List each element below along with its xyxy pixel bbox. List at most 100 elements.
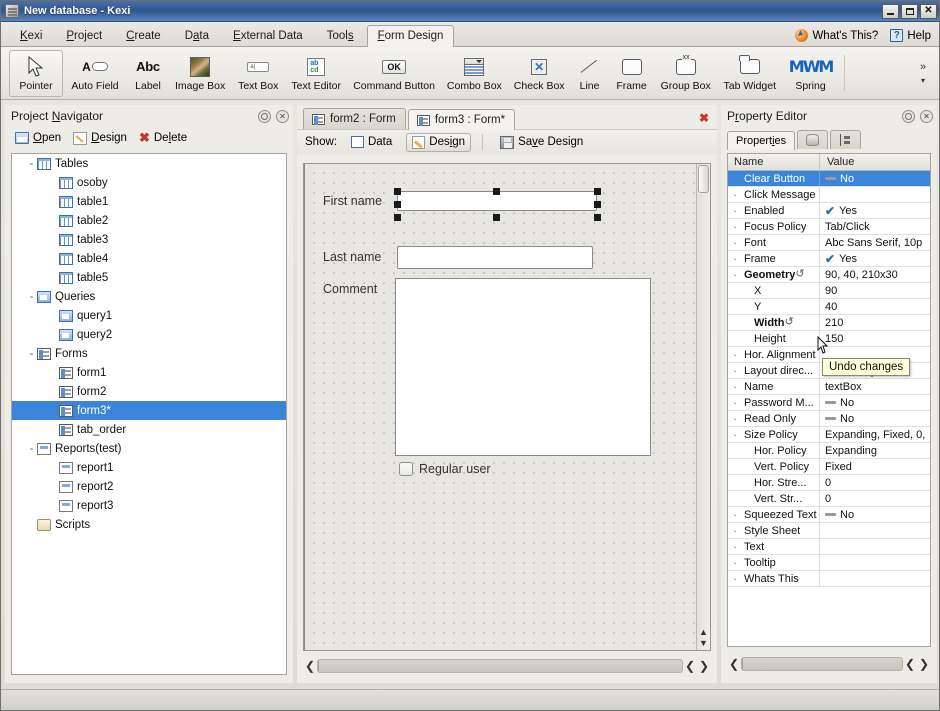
- tree-item-query1[interactable]: query1: [12, 306, 286, 325]
- close-tab-icon[interactable]: ✖: [699, 111, 709, 125]
- property-row-x[interactable]: X 90: [728, 283, 930, 299]
- resize-handle-w[interactable]: [394, 201, 401, 208]
- tree-item-table5[interactable]: table5: [12, 268, 286, 287]
- property-value-cell[interactable]: [820, 555, 930, 570]
- property-value-cell[interactable]: No: [820, 507, 930, 522]
- property-hscroll-track[interactable]: [741, 657, 903, 671]
- tool-tab-widget[interactable]: Tab Widget: [717, 50, 783, 97]
- property-value-cell[interactable]: textBox: [820, 379, 930, 394]
- property-value-cell[interactable]: Tab/Click: [820, 219, 930, 234]
- property-value-cell[interactable]: 40: [820, 299, 930, 314]
- tree-item-queries[interactable]: - Queries: [12, 287, 286, 306]
- form-label-first-name[interactable]: First name: [323, 194, 382, 208]
- menu-tab-form-design[interactable]: Form Design: [366, 25, 455, 47]
- property-row-size-policy[interactable]: - Size Policy Expanding, Fixed, 0,: [728, 427, 930, 443]
- panel-options-button[interactable]: [902, 109, 915, 123]
- tree-item-report3[interactable]: report3: [12, 496, 286, 515]
- property-value-cell[interactable]: 90, 40, 210x30: [820, 267, 930, 282]
- menu-tab-project[interactable]: Project: [55, 25, 113, 47]
- scroll-down-icon[interactable]: ▼: [697, 639, 710, 648]
- resize-handle-e[interactable]: [594, 201, 601, 208]
- property-value-cell[interactable]: 90: [820, 283, 930, 298]
- property-expander-icon[interactable]: -: [728, 254, 742, 264]
- resize-handle-ne[interactable]: [594, 188, 601, 195]
- project-tree[interactable]: - Tables osoby table1 table2 table3 table4 tabl…: [11, 153, 287, 675]
- undo-changes-icon[interactable]: [795, 267, 806, 280]
- scroll-prev-icon[interactable]: ❮: [903, 657, 917, 671]
- canvas-vertical-scrollbar[interactable]: ▲ ▼: [696, 164, 710, 650]
- tool-group-box[interactable]: Group Box: [655, 50, 717, 97]
- property-expander-icon[interactable]: -: [728, 190, 742, 200]
- property-value-cell[interactable]: Expanding, Fixed, 0,: [820, 427, 930, 442]
- property-expander-icon[interactable]: -: [728, 270, 742, 280]
- property-row-font[interactable]: - Font Abc Sans Serif, 10p: [728, 235, 930, 251]
- property-row-enabled[interactable]: - Enabled ✔ Yes: [728, 203, 930, 219]
- tree-expander-icon[interactable]: -: [26, 348, 37, 360]
- property-row-style-sheet[interactable]: - Style Sheet: [728, 523, 930, 539]
- toolbar-overflow-button[interactable]: » ▾: [915, 61, 935, 85]
- property-row-vert-policy[interactable]: Vert. Policy Fixed: [728, 459, 930, 475]
- scroll-next-icon[interactable]: ❯: [917, 657, 931, 671]
- tree-item-table2[interactable]: table2: [12, 211, 286, 230]
- menu-tab-create[interactable]: Create: [115, 25, 172, 47]
- property-grid[interactable]: Name Value Clear Button No - Click Message -…: [727, 153, 931, 647]
- show-data-button[interactable]: Data: [345, 133, 398, 151]
- tool-spring[interactable]: MWM Spring: [783, 50, 839, 97]
- property-value-cell[interactable]: [820, 571, 930, 586]
- navigator-open-button[interactable]: Open: [15, 132, 61, 144]
- property-expander-icon[interactable]: -: [728, 382, 742, 392]
- property-row-click-message[interactable]: - Click Message: [728, 187, 930, 203]
- property-expander-icon[interactable]: -: [728, 398, 742, 408]
- tree-item-reports-test-[interactable]: - Reports(test): [12, 439, 286, 458]
- property-expander-icon[interactable]: -: [728, 542, 742, 552]
- property-row-clear-button[interactable]: Clear Button No: [728, 171, 930, 187]
- menu-tab-external-data[interactable]: External Data: [222, 25, 314, 47]
- property-row-vert-str[interactable]: Vert. Str... 0: [728, 491, 930, 507]
- property-expander-icon[interactable]: -: [728, 366, 742, 376]
- property-value-cell[interactable]: [820, 523, 930, 538]
- tool-combo-box[interactable]: Combo Box: [441, 50, 508, 97]
- form-tab-form2[interactable]: form2 : Form: [303, 108, 406, 129]
- property-row-whats-this[interactable]: - Whats This: [728, 571, 930, 587]
- property-expander-icon[interactable]: -: [728, 558, 742, 568]
- menu-tab-kexi[interactable]: Kexi: [9, 25, 53, 47]
- tree-item-report2[interactable]: report2: [12, 477, 286, 496]
- tree-item-form2[interactable]: form2: [12, 382, 286, 401]
- property-expander-icon[interactable]: -: [728, 510, 742, 520]
- tab-widget-tree[interactable]: [830, 130, 862, 149]
- panel-close-button[interactable]: ✕: [920, 109, 933, 123]
- property-expander-icon[interactable]: -: [728, 430, 742, 440]
- property-value-cell[interactable]: Fixed: [820, 459, 930, 474]
- property-expander-icon[interactable]: -: [728, 350, 742, 360]
- form-texteditor-comment[interactable]: [395, 278, 651, 456]
- property-expander-icon[interactable]: -: [728, 222, 742, 232]
- resize-handle-n[interactable]: [493, 188, 500, 195]
- form-label-comment[interactable]: Comment: [323, 282, 377, 296]
- property-value-cell[interactable]: 150: [820, 331, 930, 346]
- tree-expander-icon[interactable]: -: [26, 158, 37, 170]
- property-value-cell[interactable]: No: [820, 171, 930, 186]
- property-expander-icon[interactable]: -: [728, 414, 742, 424]
- tree-item-forms[interactable]: - Forms: [12, 344, 286, 363]
- form-canvas[interactable]: First name Last name Comment Regular use…: [304, 164, 696, 650]
- menu-tab-tools[interactable]: Tools: [316, 25, 365, 47]
- menu-tab-data[interactable]: Data: [174, 25, 220, 47]
- property-value-cell[interactable]: 0: [820, 491, 930, 506]
- form-checkbox-regular-user[interactable]: [399, 462, 413, 476]
- tool-pointer[interactable]: Pointer: [9, 49, 63, 97]
- property-row-tooltip[interactable]: - Tooltip: [728, 555, 930, 571]
- resize-handle-se[interactable]: [594, 214, 601, 221]
- tab-data-source[interactable]: [797, 130, 829, 149]
- property-value-cell[interactable]: Expanding: [820, 443, 930, 458]
- tree-item-form1[interactable]: form1: [12, 363, 286, 382]
- canvas-vscroll-thumb[interactable]: [698, 165, 709, 193]
- property-expander-icon[interactable]: -: [728, 238, 742, 248]
- scroll-up-icon[interactable]: ▲: [697, 628, 710, 637]
- property-value-cell[interactable]: No: [820, 411, 930, 426]
- scroll-prev-icon[interactable]: ❮: [683, 659, 697, 673]
- tree-item-report1[interactable]: report1: [12, 458, 286, 477]
- form-textbox-last-name[interactable]: [397, 246, 593, 269]
- property-value-cell[interactable]: No: [820, 395, 930, 410]
- navigator-design-button[interactable]: Design: [73, 131, 127, 145]
- form-checkbox-regular-user-label[interactable]: Regular user: [419, 462, 491, 476]
